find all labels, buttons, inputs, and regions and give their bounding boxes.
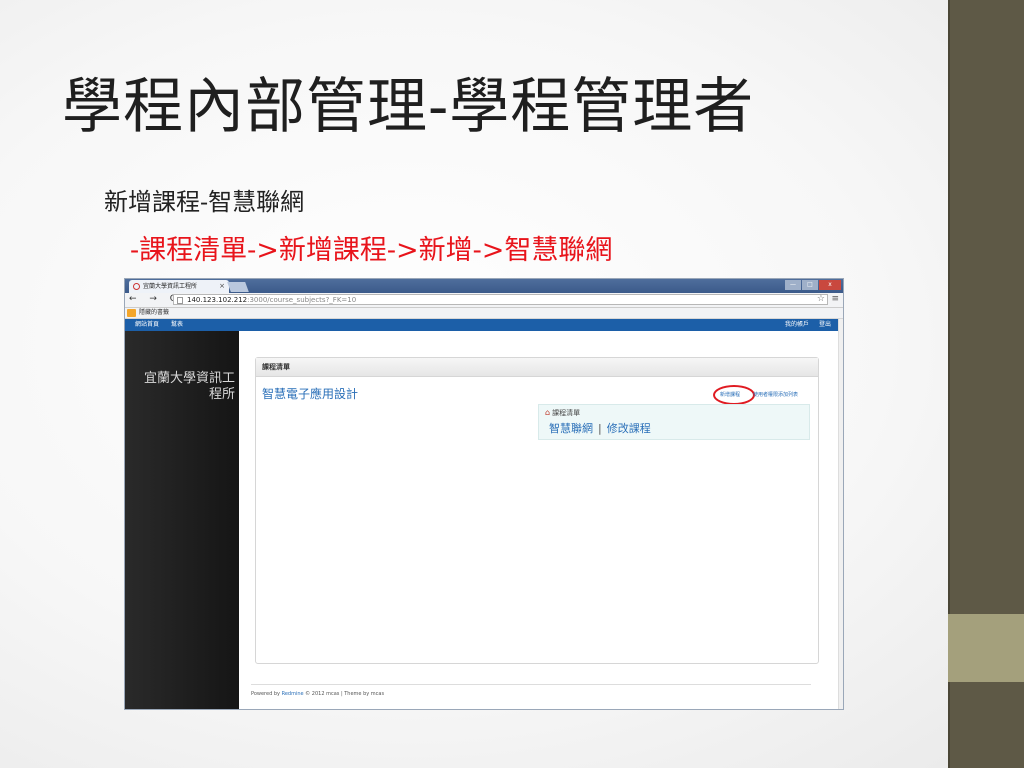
panel-title: 課程清單 <box>256 358 818 377</box>
url-host: 140.123.102.212 <box>187 296 248 304</box>
dropdown-links: 智慧聯網 | 修改課程 <box>549 420 651 436</box>
app-main: 課程清單 智慧電子應用設計 新增課程 使用者權限添加列表 ⌂ 課程清單 智慧聯網 |… <box>239 331 839 709</box>
site-favicon-icon <box>133 283 140 290</box>
url-input[interactable]: 140.123.102.212:3000/course_subjects?_FK… <box>173 294 828 305</box>
footer-prefix: Powered by <box>251 691 282 697</box>
maximize-button[interactable]: □ <box>802 280 818 290</box>
window-controls: — □ x <box>784 280 841 290</box>
menu-logout-link[interactable]: 登出 <box>819 319 831 331</box>
url-path: :3000/course_subjects?_FK=10 <box>247 296 357 304</box>
minimize-button[interactable]: — <box>785 280 801 290</box>
address-bar: ← → C 140.123.102.212:3000/course_subjec… <box>125 293 843 308</box>
bookmark-star-icon[interactable]: ☆ <box>817 294 825 304</box>
tab-close-icon[interactable]: × <box>219 280 225 293</box>
dropdown-header: ⌂ 課程清單 <box>545 408 580 418</box>
link-separator: | <box>598 422 602 435</box>
slide-title: 學程內部管理-學程管理者 <box>62 72 755 142</box>
home-icon: ⌂ <box>545 408 551 417</box>
app-content: 宜蘭大學資訊工程所 課程清單 智慧電子應用設計 新增課程 使用者權限添加列表 ⌂… <box>125 331 839 709</box>
folder-icon <box>127 309 136 317</box>
app-footer: Powered by Redmine © 2012 mcas | Theme b… <box>251 684 811 697</box>
course-link[interactable]: 智慧電子應用設計 <box>262 385 358 402</box>
add-permission-button[interactable]: 使用者權限添加列表 <box>753 391 798 398</box>
menu-home-link[interactable]: 網站首頁 <box>135 319 159 331</box>
menu-account-link[interactable]: 我的帳戶 <box>785 319 809 331</box>
scrollbar[interactable] <box>838 319 843 709</box>
bookmarks-label[interactable]: 隱藏的書籤 <box>139 309 169 316</box>
iot-course-link[interactable]: 智慧聯網 <box>549 422 593 435</box>
app-sidebar: 宜蘭大學資訊工程所 <box>125 331 239 709</box>
browser-menu-icon[interactable]: ≡ <box>831 294 839 304</box>
menu-help-link[interactable]: 幫表 <box>171 319 183 331</box>
browser-tab[interactable]: 宜蘭大學資訊工程所 × <box>129 280 229 293</box>
course-dropdown: ⌂ 課程清單 智慧聯網 | 修改課程 <box>538 404 810 440</box>
new-course-button[interactable]: 新增課程 <box>720 391 740 398</box>
dropdown-header-label: 課程清單 <box>552 409 581 417</box>
browser-tab-bar: 宜蘭大學資訊工程所 × — □ x <box>125 279 843 293</box>
org-name: 宜蘭大學資訊工程所 <box>143 371 235 402</box>
footer-redmine-link[interactable]: Redmine <box>282 691 304 697</box>
tab-title: 宜蘭大學資訊工程所 <box>143 283 198 290</box>
course-list-panel: 課程清單 智慧電子應用設計 新增課程 使用者權限添加列表 ⌂ 課程清單 智慧聯網 |… <box>255 357 819 664</box>
new-tab-button[interactable] <box>227 282 249 292</box>
slide-path: -課程清單->新增課程->新增->智慧聯網 <box>130 235 613 266</box>
close-window-button[interactable]: x <box>819 280 841 290</box>
browser-screenshot: 宜蘭大學資訊工程所 × — □ x ← → C 140.123.102.212:… <box>124 278 844 710</box>
right-decor-bar <box>948 0 1024 768</box>
app-top-menu: 網站首頁 幫表 我的帳戶 登出 <box>125 319 843 331</box>
footer-suffix: © 2012 mcas | Theme by mcas <box>303 691 385 697</box>
bookmarks-bar: 隱藏的書籤 <box>125 308 843 319</box>
right-bar-accent <box>948 614 1024 682</box>
page-icon <box>177 297 183 304</box>
edit-course-link[interactable]: 修改課程 <box>607 422 651 435</box>
slide-subtitle: 新增課程-智慧聯網 <box>104 188 305 216</box>
